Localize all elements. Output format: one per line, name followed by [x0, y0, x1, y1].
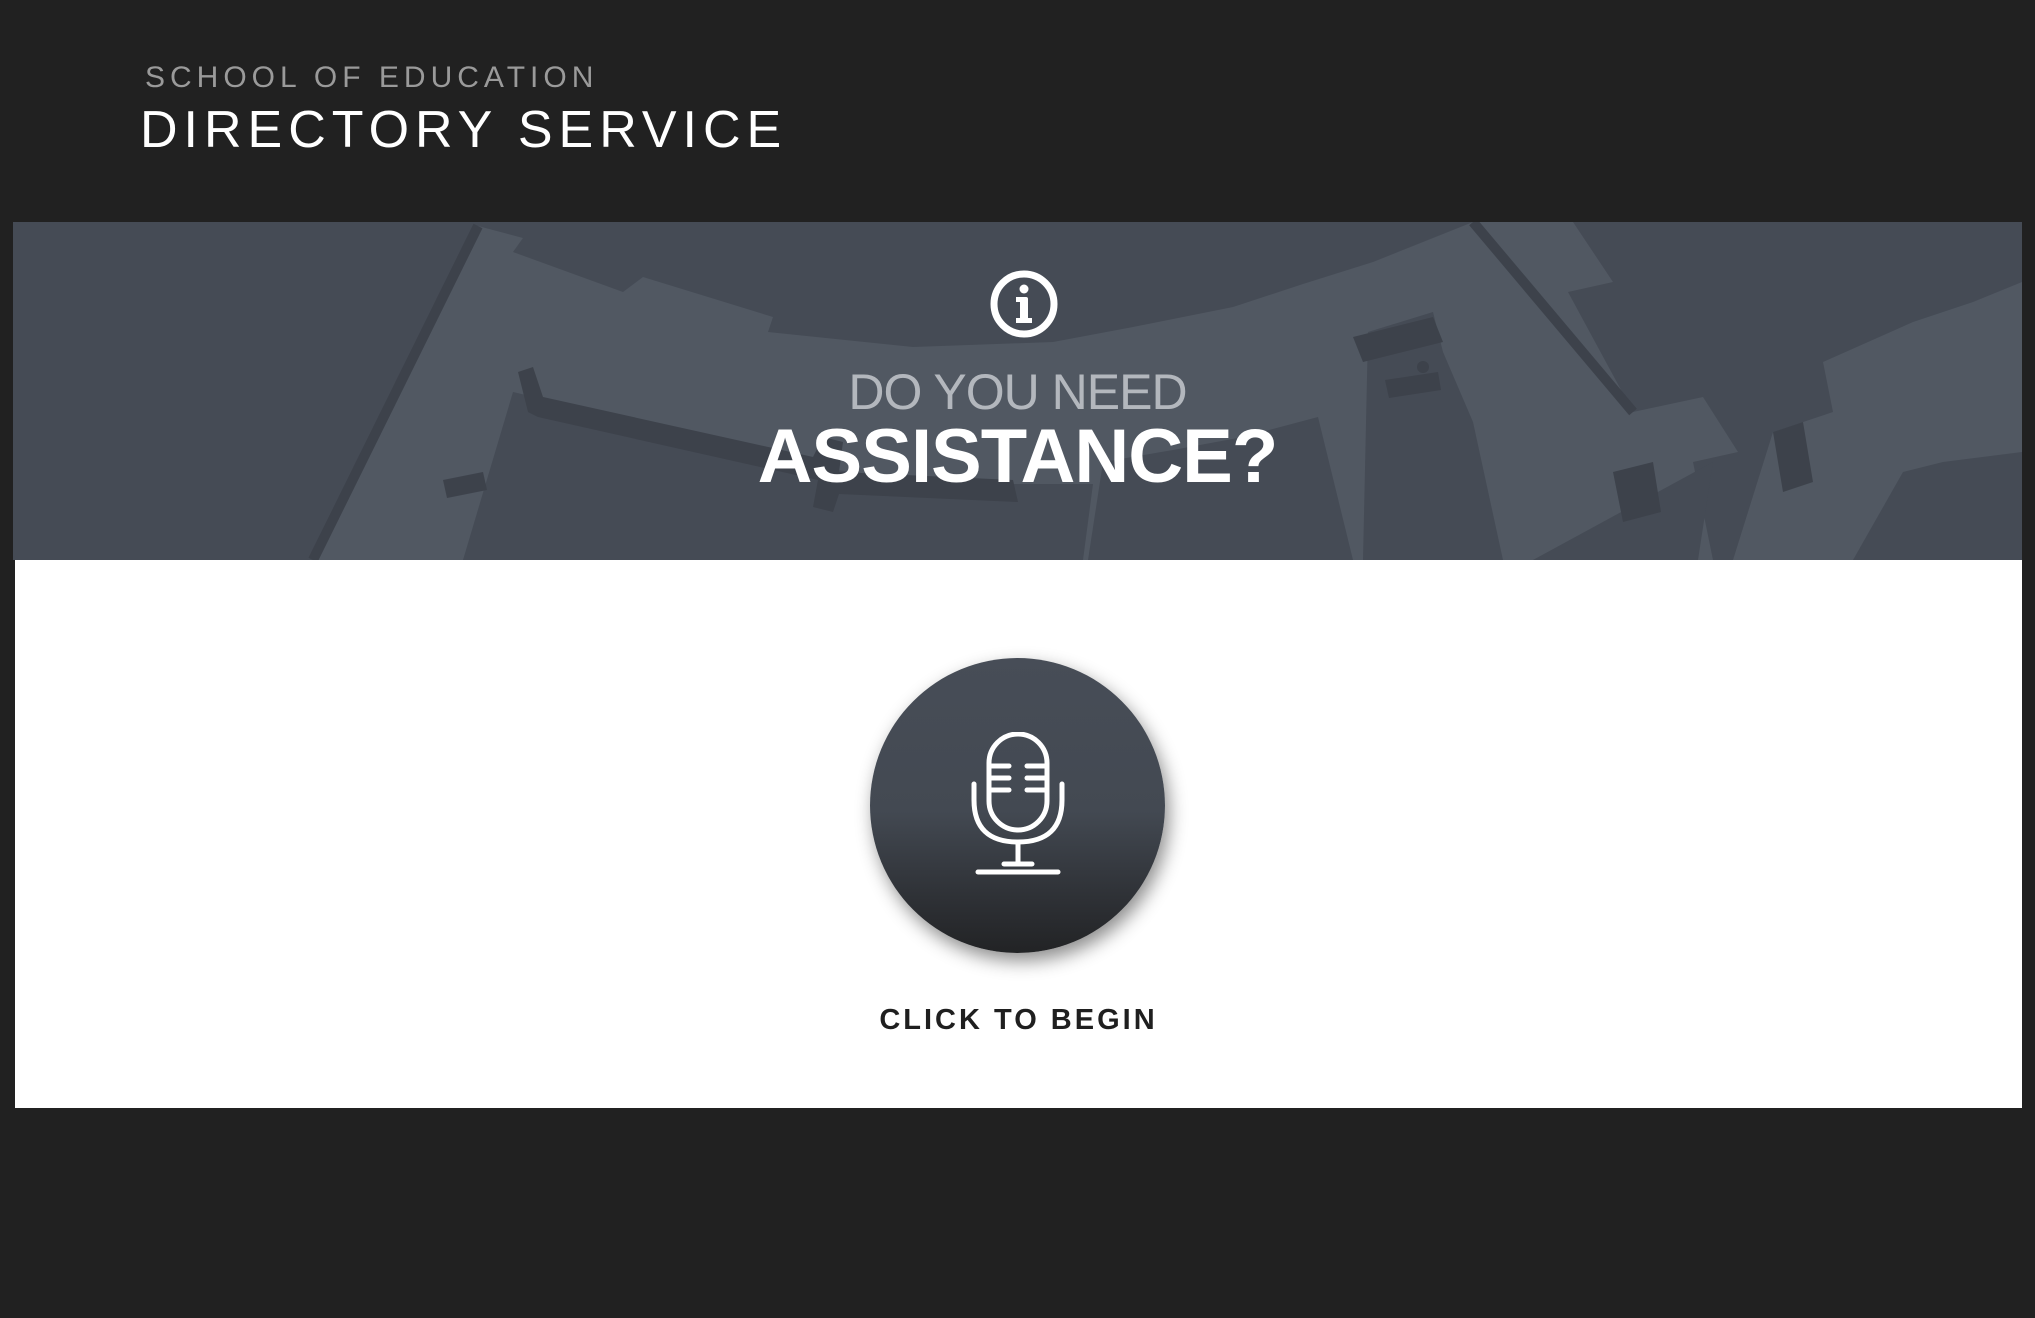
start-voice-assistant-button[interactable]: [870, 658, 1165, 953]
directory-kiosk-page: SCHOOL OF EDUCATION DIRECTORY SERVICE DO…: [0, 0, 2035, 1318]
org-name: SCHOOL OF EDUCATION: [145, 61, 599, 94]
app-title: DIRECTORY SERVICE: [140, 101, 788, 159]
microphone-icon: [971, 732, 1065, 875]
click-to-begin-label[interactable]: CLICK TO BEGIN: [15, 1000, 2022, 1040]
info-icon: [990, 270, 1058, 338]
assistance-question-main: ASSISTANCE?: [757, 414, 1279, 499]
begin-panel: CLICK TO BEGIN: [15, 560, 2022, 1108]
header: SCHOOL OF EDUCATION DIRECTORY SERVICE: [140, 58, 787, 160]
assistance-banner: DO YOU NEED ASSISTANCE?: [13, 222, 2022, 560]
